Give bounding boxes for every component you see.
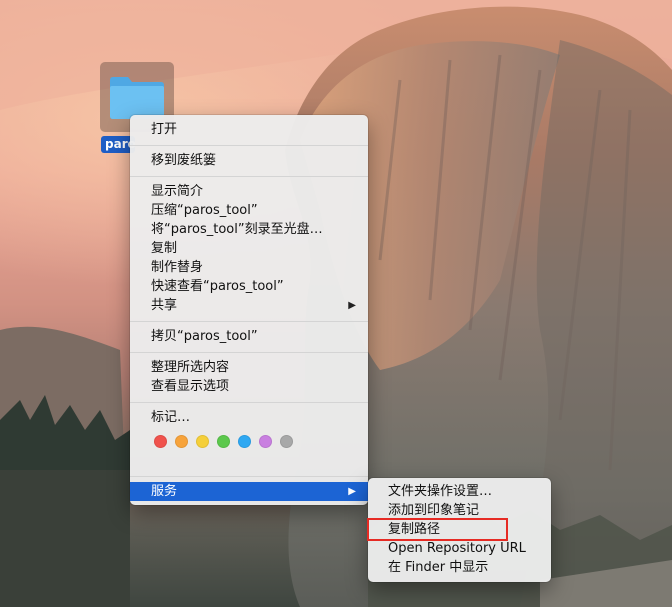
service-reveal-in-finder[interactable]: 在 Finder 中显示 [368, 558, 551, 577]
tag-color-dot[interactable] [238, 435, 251, 448]
menu-separator [130, 476, 368, 477]
service-folder-actions-setup[interactable]: 文件夹操作设置… [368, 482, 551, 501]
menu-separator [130, 321, 368, 322]
tag-color-dot[interactable] [196, 435, 209, 448]
service-copy-path[interactable]: 复制路径 [368, 520, 551, 539]
tag-color-dot[interactable] [259, 435, 272, 448]
menu-item-burn-to-disc[interactable]: 将“paros_tool”刻录至光盘… [130, 220, 368, 239]
menu-item-share[interactable]: 共享 ▶ [130, 296, 368, 315]
menu-separator [130, 145, 368, 146]
menu-item-make-alias[interactable]: 制作替身 [130, 258, 368, 277]
menu-item-share-label: 共享 [151, 298, 178, 313]
menu-item-open[interactable]: 打开 [130, 120, 368, 139]
service-add-to-evernote[interactable]: 添加到印象笔记 [368, 501, 551, 520]
menu-separator [130, 176, 368, 177]
tag-color-dot[interactable] [217, 435, 230, 448]
submenu-arrow-icon: ▶ [348, 486, 356, 497]
service-open-repository-url[interactable]: Open Repository URL [368, 539, 551, 558]
menu-item-duplicate[interactable]: 复制 [130, 239, 368, 258]
menu-item-move-to-trash[interactable]: 移到废纸篓 [130, 151, 368, 170]
tag-color-dot[interactable] [154, 435, 167, 448]
context-menu: 打开 移到废纸篓 显示简介 压缩“paros_tool” 将“paros_too… [130, 115, 368, 505]
tag-color-row [154, 435, 301, 451]
menu-item-clean-up-selection[interactable]: 整理所选内容 [130, 358, 368, 377]
folder-icon [110, 77, 164, 119]
menu-item-services-label: 服务 [151, 484, 178, 499]
submenu-arrow-icon: ▶ [348, 300, 356, 311]
tag-color-dot[interactable] [280, 435, 293, 448]
menu-item-quick-look[interactable]: 快速查看“paros_tool” [130, 277, 368, 296]
menu-item-show-view-options[interactable]: 查看显示选项 [130, 377, 368, 396]
menu-item-services[interactable]: 服务 ▶ [130, 482, 368, 501]
menu-item-tags[interactable]: 标记… [130, 408, 368, 427]
menu-item-get-info[interactable]: 显示简介 [130, 182, 368, 201]
menu-separator [130, 352, 368, 353]
services-submenu: 文件夹操作设置… 添加到印象笔记 复制路径 Open Repository UR… [368, 478, 551, 582]
tag-color-dot[interactable] [175, 435, 188, 448]
menu-item-compress[interactable]: 压缩“paros_tool” [130, 201, 368, 220]
menu-separator [130, 402, 368, 403]
menu-item-copy[interactable]: 拷贝“paros_tool” [130, 327, 368, 346]
